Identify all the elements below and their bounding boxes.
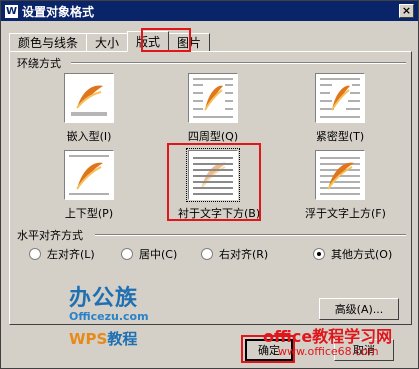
format-object-dialog: W 设置对象格式 × 颜色与线条 大小 版式 图片 环绕方式 嵌入型(I) 四周… xyxy=(0,0,419,369)
wrap-top-bottom-label: 上下型(P) xyxy=(64,207,114,220)
watermark-wps-suffix: 教程 xyxy=(107,330,138,348)
advanced-button[interactable]: 高级(A)... xyxy=(319,298,399,320)
wrap-option-tight[interactable]: 紧密型(T) xyxy=(305,73,375,144)
align-center-radio[interactable] xyxy=(121,248,133,260)
tab-colors-lines[interactable]: 颜色与线条 xyxy=(9,33,88,52)
wrap-in-front-icon xyxy=(315,150,365,200)
tab-size[interactable]: 大小 xyxy=(86,33,129,52)
align-left-label: 左对齐(L) xyxy=(47,248,95,261)
wrap-in-front-label: 浮于文字上方(F) xyxy=(305,207,386,220)
wrap-inline-label: 嵌入型(I) xyxy=(66,130,112,143)
align-other-radio[interactable] xyxy=(313,248,325,260)
align-center-option[interactable]: 居中(C) xyxy=(121,246,177,262)
align-other-option[interactable]: 其他方式(O) xyxy=(313,246,392,262)
wrap-section-label: 环绕方式 xyxy=(17,55,65,71)
align-other-label: 其他方式(O) xyxy=(331,248,393,261)
align-left-option[interactable]: 左对齐(L) xyxy=(29,246,95,262)
align-center-label: 居中(C) xyxy=(139,248,178,261)
ok-highlight-box xyxy=(241,335,295,363)
wrap-inline-icon xyxy=(64,73,114,123)
wrap-section-divider xyxy=(71,62,406,64)
watermark-brand: 办公族 xyxy=(69,286,139,311)
align-section-label: 水平对齐方式 xyxy=(17,227,87,243)
wrap-option-in-front[interactable]: 浮于文字上方(F) xyxy=(305,150,386,221)
wrap-option-inline[interactable]: 嵌入型(I) xyxy=(54,73,124,144)
align-section-divider xyxy=(95,234,406,236)
close-icon[interactable]: × xyxy=(399,4,414,18)
tab-highlight-box xyxy=(141,28,191,52)
wrap-tight-icon xyxy=(315,73,365,123)
dialog-title: 设置对象格式 xyxy=(22,4,95,19)
title-bar: W 设置对象格式 xyxy=(1,1,418,21)
app-logo-icon: W xyxy=(5,4,18,18)
watermark-wps: WPS教程 xyxy=(69,328,149,349)
watermark-site: Officezu.com xyxy=(69,310,149,323)
wrap-square-label: 四周型(Q) xyxy=(187,130,239,143)
watermark-wps-text: WPS xyxy=(69,330,108,348)
wrap-square-icon xyxy=(188,73,238,123)
align-right-radio[interactable] xyxy=(201,248,213,260)
wrap-top-bottom-icon xyxy=(64,150,114,200)
wrap-option-square[interactable]: 四周型(Q) xyxy=(178,73,248,144)
align-right-label: 右对齐(R) xyxy=(219,248,269,261)
watermark-logo: 办公族 Officezu.com WPS教程 xyxy=(69,280,149,349)
align-left-radio[interactable] xyxy=(29,248,41,260)
align-right-option[interactable]: 右对齐(R) xyxy=(201,246,268,262)
wrap-option-top-bottom[interactable]: 上下型(P) xyxy=(54,150,124,221)
wrap-tight-label: 紧密型(T) xyxy=(315,130,365,143)
wrap-highlight-box xyxy=(167,143,261,221)
